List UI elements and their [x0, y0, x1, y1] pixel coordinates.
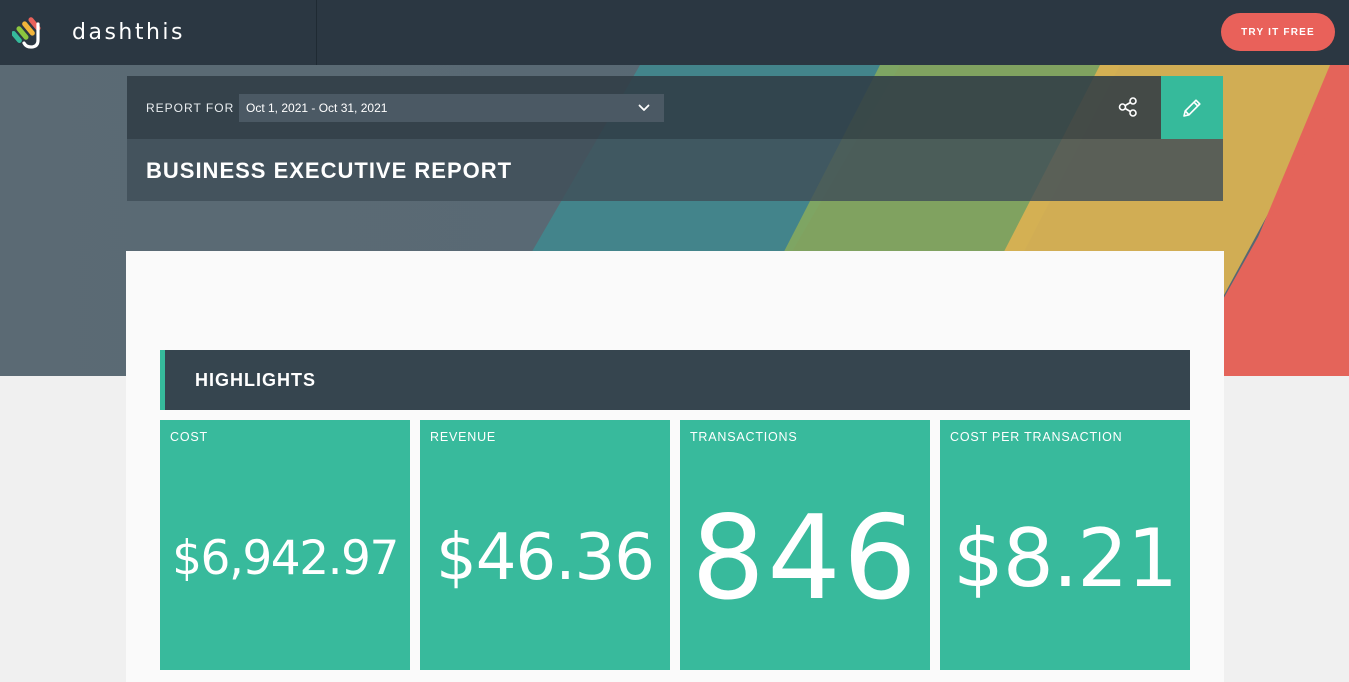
dashthis-logo-icon — [12, 17, 41, 49]
kpi-value: 846 — [691, 490, 919, 626]
kpi-label: TRANSACTIONS — [690, 430, 798, 444]
kpi-label: COST — [170, 430, 208, 444]
kpi-value: $6,942.97 — [172, 530, 399, 586]
date-range-select[interactable]: Oct 1, 2021 - Oct 31, 2021 — [239, 94, 664, 122]
share-icon[interactable] — [1117, 96, 1139, 118]
top-navigation-bar: dashthis TRY IT FREE — [0, 0, 1349, 65]
chevron-down-icon — [638, 104, 650, 111]
kpi-widget-cost-per-transaction[interactable]: COST PER TRANSACTION $8.21 — [940, 420, 1190, 670]
edit-report-button[interactable] — [1161, 76, 1223, 139]
kpi-label: COST PER TRANSACTION — [950, 430, 1123, 444]
highlights-section-header: HIGHLIGHTS — [160, 350, 1190, 410]
pencil-icon — [1183, 98, 1201, 117]
kpi-label: REVENUE — [430, 430, 497, 444]
report-title: BUSINESS EXECUTIVE REPORT — [146, 158, 513, 183]
try-it-free-button[interactable]: TRY IT FREE — [1221, 13, 1335, 51]
kpi-widget-cost[interactable]: COST $6,942.97 — [160, 420, 410, 670]
kpi-value: $8.21 — [952, 511, 1178, 605]
brand-name: dashthis — [72, 19, 185, 45]
date-range-value: Oct 1, 2021 - Oct 31, 2021 — [246, 101, 388, 115]
section-title: HIGHLIGHTS — [195, 370, 316, 390]
report-header: REPORT FOR Oct 1, 2021 - Oct 31, 2021 BU… — [127, 76, 1223, 201]
kpi-widget-revenue[interactable]: REVENUE $46.36 — [420, 420, 670, 670]
kpi-value: $46.36 — [436, 521, 655, 595]
kpi-widget-transactions[interactable]: TRANSACTIONS 846 — [680, 420, 930, 670]
logo[interactable]: dashthis — [12, 14, 185, 50]
report-for-label: REPORT FOR — [146, 101, 235, 115]
report-card: HIGHLIGHTS COST $6,942.97 REVENUE $46.36… — [126, 251, 1224, 682]
report-toolbar: REPORT FOR Oct 1, 2021 - Oct 31, 2021 — [127, 76, 1161, 139]
topbar-divider — [316, 0, 317, 65]
report-title-bar: BUSINESS EXECUTIVE REPORT — [127, 139, 1223, 201]
